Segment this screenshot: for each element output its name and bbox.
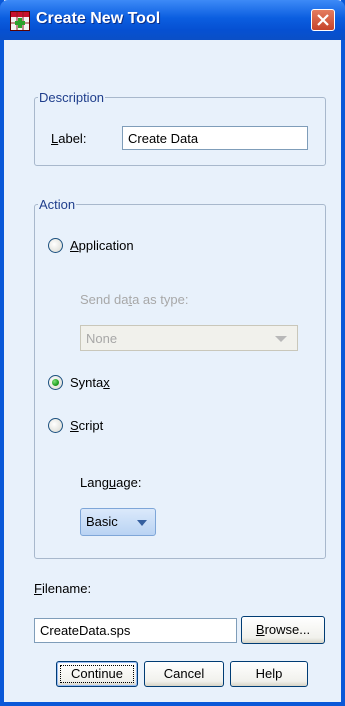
language-select[interactable]: Basic [80, 508, 156, 536]
action-legend: Action [39, 197, 76, 212]
send-data-value: None [86, 331, 118, 346]
window-title: Create New Tool [36, 10, 161, 27]
browse-button[interactable]: Browse... [241, 616, 325, 644]
continue-button[interactable]: Continue [56, 661, 138, 687]
help-button[interactable]: Help [230, 661, 308, 687]
send-data-select: None [80, 325, 298, 351]
label-caption: Label: [51, 131, 87, 146]
title-bar[interactable]: Create New Tool [0, 0, 345, 40]
help-label: Help [255, 666, 283, 681]
tool-grid-icon [10, 11, 30, 31]
syntax-radio[interactable] [48, 375, 63, 390]
chevron-down-icon [137, 520, 147, 526]
language-label: Language: [80, 475, 142, 490]
application-radio-label[interactable]: Application [70, 238, 134, 253]
close-button[interactable] [311, 9, 335, 31]
language-value: Basic [86, 514, 118, 529]
filename-input[interactable]: CreateData.sps [34, 618, 237, 643]
cancel-label: Cancel [163, 666, 205, 681]
description-legend: Description [39, 90, 105, 105]
script-radio[interactable] [48, 418, 63, 433]
cancel-button[interactable]: Cancel [144, 661, 224, 687]
syntax-radio-label[interactable]: Syntax [70, 375, 110, 390]
application-radio[interactable] [48, 238, 63, 253]
chevron-down-icon [275, 336, 287, 342]
filename-label: Filename: [34, 581, 92, 596]
script-radio-label[interactable]: Script [70, 418, 103, 433]
focus-ring [60, 665, 134, 683]
label-input[interactable]: Create Data [122, 126, 308, 150]
send-data-label: Send data as type: [80, 292, 189, 307]
create-new-tool-dialog: Create New Tool Description Label: Creat… [0, 0, 345, 706]
